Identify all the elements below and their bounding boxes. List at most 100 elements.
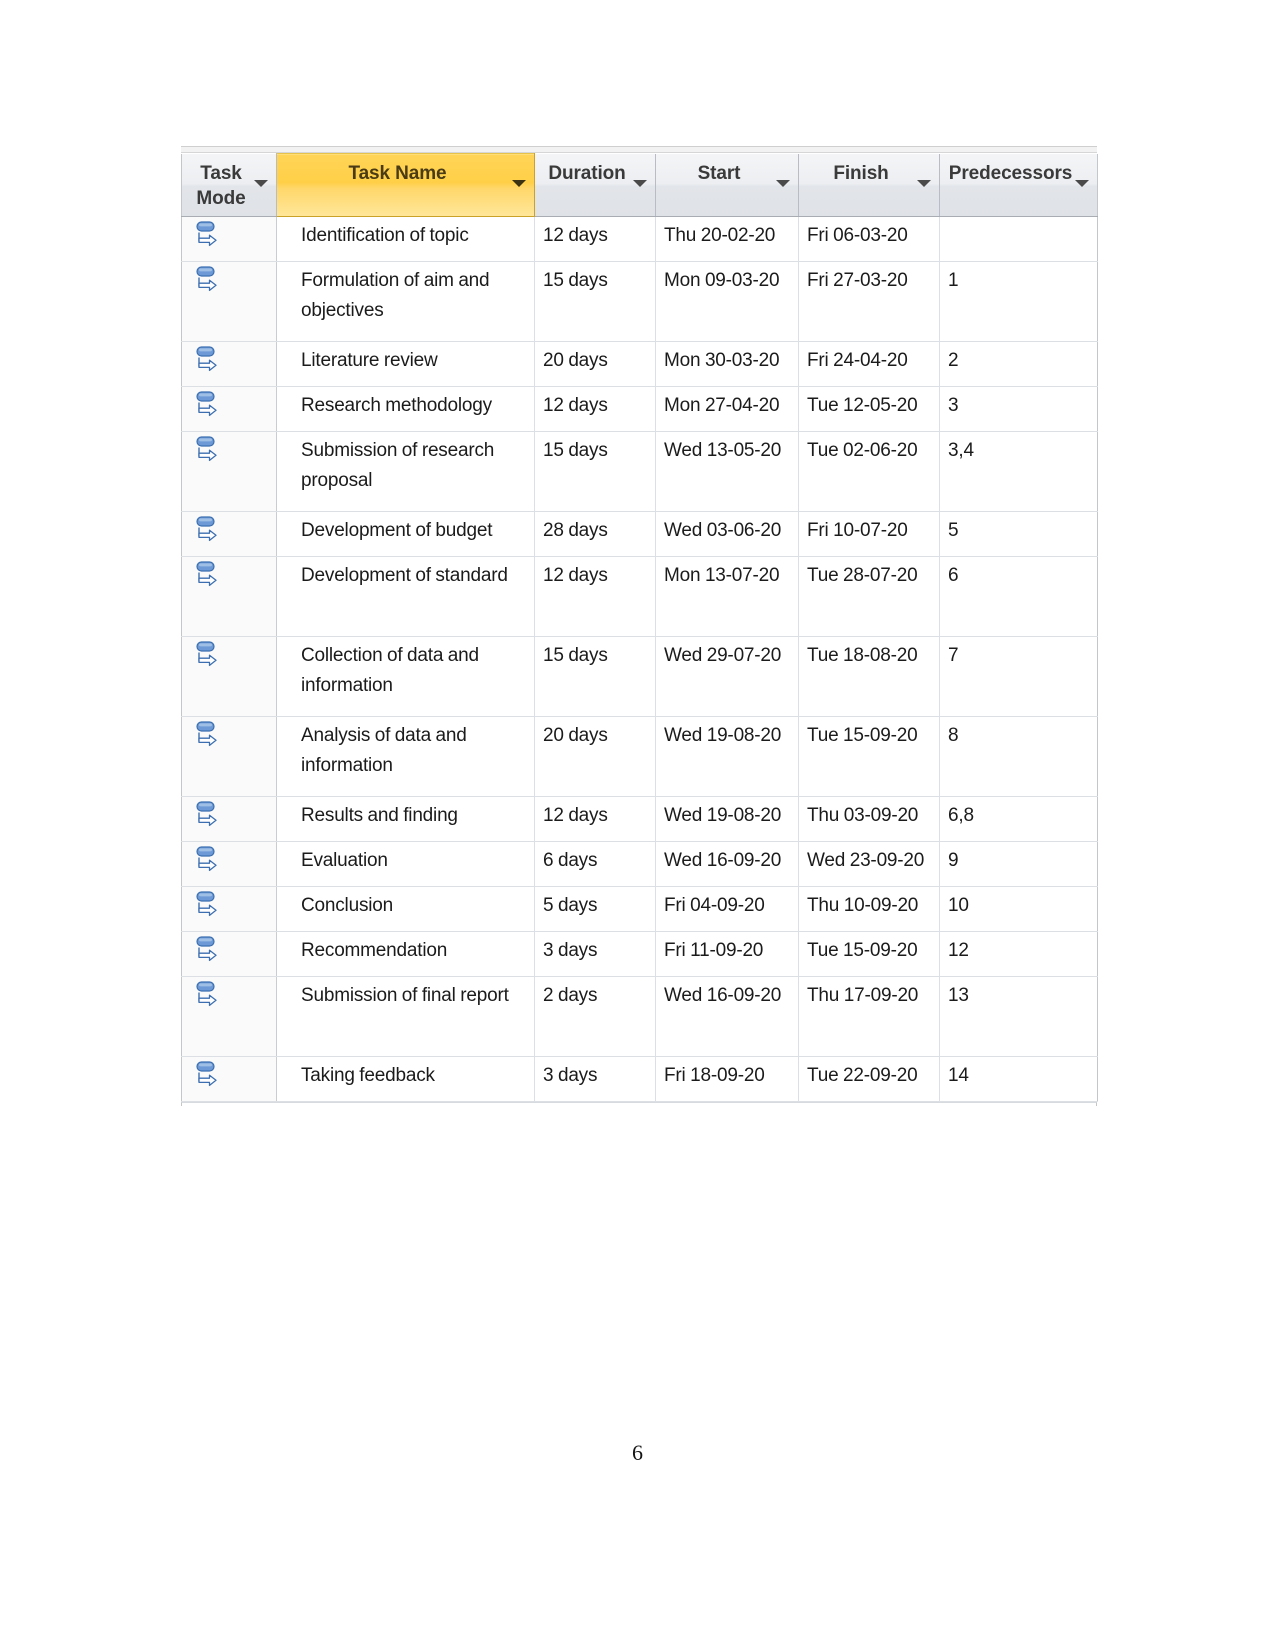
chevron-down-icon[interactable] bbox=[633, 179, 647, 187]
table-row[interactable]: Conclusion 5 days Fri 04-09-20 Thu 10-09-20… bbox=[181, 886, 1098, 932]
cell-task-name[interactable]: Formulation of aim and objectives bbox=[276, 261, 535, 342]
cell-task-name[interactable]: Development of standard bbox=[276, 556, 535, 637]
cell-finish[interactable]: Tue 12-05-20 bbox=[798, 386, 940, 432]
chevron-down-icon[interactable] bbox=[512, 180, 526, 187]
cell-duration[interactable]: 20 days bbox=[534, 716, 656, 797]
chevron-down-icon[interactable] bbox=[1075, 179, 1089, 187]
cell-duration[interactable]: 15 days bbox=[534, 636, 656, 717]
cell-task-mode[interactable] bbox=[181, 511, 277, 557]
cell-duration[interactable]: 15 days bbox=[534, 431, 656, 512]
cell-predecessors[interactable]: 6,8 bbox=[939, 796, 1098, 842]
cell-duration[interactable]: 12 days bbox=[534, 216, 656, 262]
cell-start[interactable]: Wed 29-07-20 bbox=[655, 636, 799, 717]
cell-finish[interactable]: Tue 15-09-20 bbox=[798, 931, 940, 977]
cell-task-name[interactable]: Identification of topic bbox=[276, 216, 535, 262]
cell-predecessors[interactable]: 1 bbox=[939, 261, 1098, 342]
cell-task-mode[interactable] bbox=[181, 216, 277, 262]
cell-task-name[interactable]: Development of budget bbox=[276, 511, 535, 557]
cell-finish[interactable]: Fri 24-04-20 bbox=[798, 341, 940, 387]
cell-duration[interactable]: 12 days bbox=[534, 796, 656, 842]
cell-predecessors[interactable]: 3 bbox=[939, 386, 1098, 432]
cell-predecessors[interactable]: 5 bbox=[939, 511, 1098, 557]
cell-task-mode[interactable] bbox=[181, 716, 277, 797]
column-header-duration[interactable]: Duration bbox=[534, 153, 656, 217]
cell-start[interactable]: Fri 11-09-20 bbox=[655, 931, 799, 977]
cell-predecessors[interactable] bbox=[939, 216, 1098, 262]
table-row[interactable]: Development of standard 12 days Mon 13-07-… bbox=[181, 556, 1098, 637]
cell-task-mode[interactable] bbox=[181, 386, 277, 432]
cell-start[interactable]: Fri 18-09-20 bbox=[655, 1056, 799, 1102]
cell-task-name[interactable]: Recommendation bbox=[276, 931, 535, 977]
cell-task-mode[interactable] bbox=[181, 556, 277, 637]
cell-predecessors[interactable]: 12 bbox=[939, 931, 1098, 977]
cell-finish[interactable]: Fri 06-03-20 bbox=[798, 216, 940, 262]
cell-predecessors[interactable]: 10 bbox=[939, 886, 1098, 932]
table-row[interactable]: Recommendation 3 days Fri 11-09-20 Tue 15-0… bbox=[181, 931, 1098, 977]
cell-task-mode[interactable] bbox=[181, 636, 277, 717]
cell-task-mode[interactable] bbox=[181, 341, 277, 387]
cell-start[interactable]: Wed 03-06-20 bbox=[655, 511, 799, 557]
cell-predecessors[interactable]: 14 bbox=[939, 1056, 1098, 1102]
table-row[interactable]: Identification of topic 12 days Thu 20-02-… bbox=[181, 216, 1098, 262]
cell-start[interactable]: Wed 13-05-20 bbox=[655, 431, 799, 512]
cell-duration[interactable]: 3 days bbox=[534, 931, 656, 977]
cell-predecessors[interactable]: 2 bbox=[939, 341, 1098, 387]
cell-start[interactable]: Wed 16-09-20 bbox=[655, 976, 799, 1057]
cell-predecessors[interactable]: 13 bbox=[939, 976, 1098, 1057]
cell-finish[interactable]: Tue 28-07-20 bbox=[798, 556, 940, 637]
cell-start[interactable]: Thu 20-02-20 bbox=[655, 216, 799, 262]
cell-task-name[interactable]: Collection of data and information bbox=[276, 636, 535, 717]
cell-task-name[interactable]: Research methodology bbox=[276, 386, 535, 432]
cell-predecessors[interactable]: 8 bbox=[939, 716, 1098, 797]
cell-finish[interactable]: Wed 23-09-20 bbox=[798, 841, 940, 887]
cell-task-name[interactable]: Literature review bbox=[276, 341, 535, 387]
table-row[interactable]: Analysis of data and information 20 days W… bbox=[181, 716, 1098, 797]
cell-task-name[interactable]: Submission of research proposal bbox=[276, 431, 535, 512]
cell-duration[interactable]: 15 days bbox=[534, 261, 656, 342]
table-row[interactable]: Development of budget 28 days Wed 03-06-20… bbox=[181, 511, 1098, 557]
cell-duration[interactable]: 5 days bbox=[534, 886, 656, 932]
cell-task-mode[interactable] bbox=[181, 886, 277, 932]
table-row[interactable]: Submission of research proposal 15 days We… bbox=[181, 431, 1098, 512]
cell-predecessors[interactable]: 6 bbox=[939, 556, 1098, 637]
cell-finish[interactable]: Fri 10-07-20 bbox=[798, 511, 940, 557]
table-row[interactable]: Submission of final report 2 days Wed 16-0… bbox=[181, 976, 1098, 1057]
cell-duration[interactable]: 6 days bbox=[534, 841, 656, 887]
column-header-predecessors[interactable]: Predecessors bbox=[939, 153, 1098, 217]
cell-finish[interactable]: Tue 15-09-20 bbox=[798, 716, 940, 797]
cell-duration[interactable]: 2 days bbox=[534, 976, 656, 1057]
cell-finish[interactable]: Tue 22-09-20 bbox=[798, 1056, 940, 1102]
cell-task-mode[interactable] bbox=[181, 976, 277, 1057]
table-row[interactable]: Collection of data and information 15 day… bbox=[181, 636, 1098, 717]
cell-start[interactable]: Mon 27-04-20 bbox=[655, 386, 799, 432]
cell-start[interactable]: Wed 19-08-20 bbox=[655, 796, 799, 842]
table-row[interactable]: Evaluation 6 days Wed 16-09-20 Wed 23-09-20… bbox=[181, 841, 1098, 887]
cell-duration[interactable]: 3 days bbox=[534, 1056, 656, 1102]
cell-task-name[interactable]: Conclusion bbox=[276, 886, 535, 932]
table-row[interactable]: Literature review 20 days Mon 30-03-20 Fri … bbox=[181, 341, 1098, 387]
cell-task-mode[interactable] bbox=[181, 841, 277, 887]
cell-predecessors[interactable]: 7 bbox=[939, 636, 1098, 717]
cell-task-name[interactable]: Taking feedback bbox=[276, 1056, 535, 1102]
cell-predecessors[interactable]: 3,4 bbox=[939, 431, 1098, 512]
cell-start[interactable]: Wed 19-08-20 bbox=[655, 716, 799, 797]
table-row[interactable]: Research methodology 12 days Mon 27-04-20 T… bbox=[181, 386, 1098, 432]
chevron-down-icon[interactable] bbox=[776, 179, 790, 187]
cell-task-name[interactable]: Evaluation bbox=[276, 841, 535, 887]
cell-finish[interactable]: Fri 27-03-20 bbox=[798, 261, 940, 342]
cell-finish[interactable]: Tue 18-08-20 bbox=[798, 636, 940, 717]
cell-finish[interactable]: Thu 10-09-20 bbox=[798, 886, 940, 932]
cell-task-mode[interactable] bbox=[181, 1056, 277, 1102]
cell-start[interactable]: Mon 30-03-20 bbox=[655, 341, 799, 387]
cell-duration[interactable]: 12 days bbox=[534, 386, 656, 432]
cell-start[interactable]: Mon 09-03-20 bbox=[655, 261, 799, 342]
table-row[interactable]: Taking feedback 3 days Fri 18-09-20 Tue 22-… bbox=[181, 1056, 1098, 1102]
cell-predecessors[interactable]: 9 bbox=[939, 841, 1098, 887]
table-row[interactable]: Results and finding 12 days Wed 19-08-20 Th… bbox=[181, 796, 1098, 842]
cell-start[interactable]: Fri 04-09-20 bbox=[655, 886, 799, 932]
column-header-task-mode[interactable]: Task Mode bbox=[181, 153, 277, 217]
cell-task-name[interactable]: Results and finding bbox=[276, 796, 535, 842]
table-row[interactable]: Formulation of aim and objectives 15 days… bbox=[181, 261, 1098, 342]
cell-duration[interactable]: 28 days bbox=[534, 511, 656, 557]
cell-task-name[interactable]: Submission of final report bbox=[276, 976, 535, 1057]
